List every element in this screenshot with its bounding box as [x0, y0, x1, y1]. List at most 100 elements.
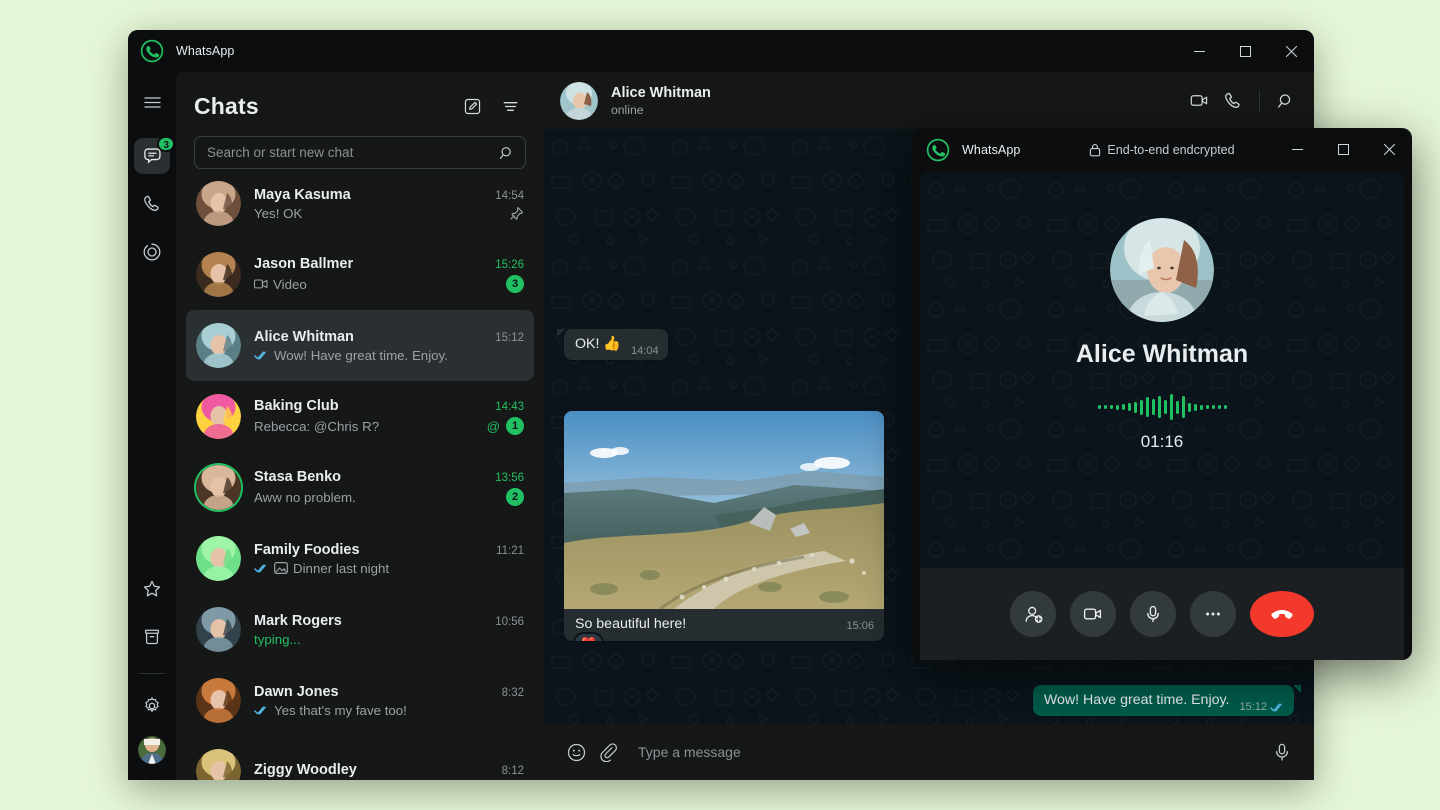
- rail-item-starred[interactable]: [134, 571, 170, 607]
- video-toggle-button[interactable]: [1070, 591, 1116, 637]
- waveform-bar: [1194, 404, 1197, 411]
- chat-contact-name: Maya Kasuma: [254, 187, 351, 203]
- read-receipt-icon: [254, 563, 269, 574]
- profile-avatar[interactable]: [138, 736, 166, 764]
- filter-chats-icon[interactable]: [494, 90, 526, 122]
- call-window: WhatsApp End-to-end endcrypted: [912, 128, 1412, 660]
- chat-list-item[interactable]: Jason Ballmer 15:26 Video 3: [186, 239, 534, 310]
- rail-item-settings[interactable]: [134, 688, 170, 724]
- maximize-button[interactable]: [1320, 128, 1366, 170]
- lock-icon: [1089, 143, 1101, 157]
- read-receipt-icon: [254, 350, 269, 361]
- search-box[interactable]: [194, 136, 526, 169]
- chat-item-top-row: Alice Whitman 15:12: [254, 329, 524, 345]
- message-composer: Type a message: [544, 724, 1314, 780]
- chat-list[interactable]: Maya Kasuma 14:54 Yes! OK Jason Ballmer …: [176, 168, 544, 780]
- emoji-icon[interactable]: [560, 736, 592, 768]
- waveform-bar: [1170, 394, 1173, 420]
- chat-list-item[interactable]: Family Foodies 11:21 Dinner last night: [186, 523, 534, 594]
- chat-list-item[interactable]: Stasa Benko 13:56 Aww no problem. 2: [186, 452, 534, 523]
- chat-item-bottom-row: Dinner last night: [254, 561, 524, 576]
- waveform-bar: [1098, 405, 1101, 409]
- chat-timestamp: 14:43: [487, 401, 524, 413]
- chat-list-item[interactable]: Baking Club 14:43 Rebecca: @Chris R? @1: [186, 381, 534, 452]
- chat-list-item[interactable]: Maya Kasuma 14:54 Yes! OK: [186, 168, 534, 239]
- message-time: 15:06: [846, 620, 874, 632]
- call-contact-avatar: [1110, 218, 1214, 322]
- close-button[interactable]: [1268, 30, 1314, 72]
- chat-item-top-row: Dawn Jones 8:32: [254, 684, 524, 700]
- chat-item-bottom-row: Wow! Have great time. Enjoy.: [254, 348, 524, 363]
- mute-button[interactable]: [1130, 591, 1176, 637]
- chat-timestamp: 13:56: [487, 472, 524, 484]
- video-call-icon[interactable]: [1183, 85, 1215, 117]
- page-title: Chats: [194, 93, 259, 120]
- chat-contact-name: Stasa Benko: [254, 469, 341, 485]
- chat-list-item[interactable]: Mark Rogers 10:56 typing...: [186, 594, 534, 665]
- chat-list-item[interactable]: Alice Whitman 15:12 Wow! Have great time…: [186, 310, 534, 381]
- search-input[interactable]: [207, 145, 499, 160]
- chat-list-item[interactable]: Dawn Jones 8:32 Yes that's my fave too!: [186, 665, 534, 736]
- add-participant-button[interactable]: [1010, 591, 1056, 637]
- chat-item-top-row: Baking Club 14:43: [254, 398, 524, 414]
- waveform-bar: [1182, 396, 1185, 418]
- minimize-button[interactable]: [1274, 128, 1320, 170]
- encryption-text: End-to-end endcrypted: [1107, 143, 1234, 157]
- pin-icon: [509, 206, 524, 221]
- rail-item-calls[interactable]: [134, 186, 170, 222]
- message-input[interactable]: Type a message: [638, 744, 1266, 760]
- chat-item-top-row: Jason Ballmer 15:26: [254, 256, 524, 272]
- main-window-title: WhatsApp: [176, 44, 234, 58]
- chat-item-body: Dawn Jones 8:32 Yes that's my fave too!: [254, 684, 524, 718]
- menu-button[interactable]: [134, 84, 170, 120]
- end-call-button[interactable]: [1250, 591, 1314, 637]
- read-receipt-icon: [1270, 702, 1285, 713]
- main-titlebar: WhatsApp: [128, 30, 1314, 72]
- new-chat-icon[interactable]: [456, 90, 488, 122]
- rail-item-archived[interactable]: [134, 619, 170, 655]
- message-meta: 15:12: [1239, 700, 1285, 715]
- chat-contact-name: Mark Rogers: [254, 613, 342, 629]
- rail-item-chats[interactable]: 3: [134, 138, 170, 174]
- chat-preview-text: Wow! Have great time. Enjoy.: [254, 348, 448, 363]
- chat-list-item[interactable]: Ziggy Woodley 8:12: [186, 736, 534, 780]
- message-bubble-image[interactable]: So beautiful here! 15:06 ❤️: [564, 411, 884, 641]
- chat-avatar: [196, 678, 241, 723]
- call-contact-name: Alice Whitman: [920, 340, 1404, 369]
- chat-item-bottom-row: Yes! OK: [254, 206, 524, 221]
- unread-badge: 1: [506, 417, 524, 435]
- message-reaction[interactable]: ❤️: [573, 632, 604, 641]
- message-bubble-ok[interactable]: OK! 👍 14:04: [564, 329, 668, 360]
- search-in-chat-icon[interactable]: [1270, 85, 1302, 117]
- chat-contact-name: Alice Whitman: [254, 329, 354, 345]
- call-titlebar: WhatsApp End-to-end endcrypted: [912, 128, 1412, 172]
- voice-message-icon[interactable]: [1266, 736, 1298, 768]
- message-text: OK! 👍: [575, 336, 621, 352]
- waveform-bar: [1164, 400, 1167, 414]
- message-bubble-outgoing-last[interactable]: Wow! Have great time. Enjoy. 15:12: [1033, 685, 1294, 716]
- more-options-button[interactable]: [1190, 591, 1236, 637]
- rail-divider: [139, 673, 165, 674]
- waveform-bar: [1176, 401, 1179, 414]
- conversation-contact-name: Alice Whitman: [611, 85, 711, 101]
- chat-avatar: [196, 394, 241, 439]
- voice-call-icon[interactable]: [1217, 85, 1249, 117]
- chat-item-top-row: Ziggy Woodley 8:12: [254, 762, 524, 778]
- rail-item-status[interactable]: [134, 234, 170, 270]
- chat-avatar: [196, 323, 241, 368]
- waveform-bar: [1206, 405, 1209, 409]
- chat-timestamp: 8:12: [494, 765, 524, 777]
- minimize-button[interactable]: [1176, 30, 1222, 72]
- read-receipt-icon: [254, 705, 269, 716]
- waveform-bar: [1110, 405, 1113, 409]
- conversation-avatar[interactable]: [560, 82, 598, 120]
- maximize-button[interactable]: [1222, 30, 1268, 72]
- close-button[interactable]: [1366, 128, 1412, 170]
- call-stage: Alice Whitman 01:16: [920, 172, 1404, 568]
- message-photo: [564, 411, 884, 609]
- attach-icon[interactable]: [592, 736, 624, 768]
- chat-avatar: [196, 536, 241, 581]
- mention-icon: @: [487, 419, 500, 434]
- unread-badge: 2: [506, 488, 524, 506]
- chat-item-body: Stasa Benko 13:56 Aww no problem. 2: [254, 469, 524, 506]
